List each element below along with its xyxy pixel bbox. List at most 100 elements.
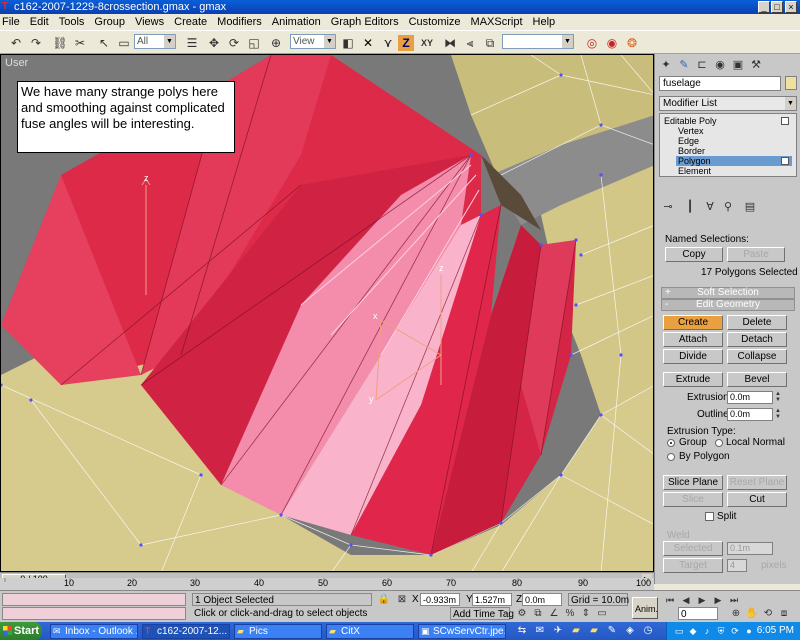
- tray-icon-paint[interactable]: ✎: [604, 623, 620, 639]
- modifier-list-dropdown[interactable]: Modifier List ▼: [659, 96, 797, 111]
- tray-icon-network[interactable]: ⇆: [514, 623, 530, 639]
- menu-views[interactable]: Views: [135, 16, 164, 28]
- object-color-swatch[interactable]: [785, 76, 797, 90]
- taskbar-item-image[interactable]: ▣ SCwServCtr.jpe...: [418, 624, 506, 639]
- render-icon[interactable]: ◉: [604, 35, 620, 51]
- selection-filter-dropdown[interactable]: All ▼: [134, 34, 176, 49]
- stack-toggle-icon[interactable]: [781, 157, 789, 165]
- percent-snap-icon[interactable]: %: [562, 606, 578, 622]
- tray-icon-folder[interactable]: ▰: [568, 623, 584, 639]
- minimize-button[interactable]: _: [758, 1, 770, 13]
- configure-sets-icon[interactable]: ▤: [743, 200, 757, 214]
- reset-plane-button[interactable]: Reset Plane: [727, 475, 787, 490]
- paste-button[interactable]: Paste: [727, 247, 785, 262]
- utilities-tab-icon[interactable]: ⚒: [749, 58, 763, 72]
- target-pixels-spinner[interactable]: 4: [727, 559, 747, 572]
- move-icon[interactable]: ✥: [206, 35, 222, 51]
- create-button[interactable]: Create: [663, 315, 723, 330]
- current-frame-field[interactable]: 0: [678, 607, 718, 620]
- snap-icon[interactable]: ⧉: [482, 35, 498, 51]
- collapse-button[interactable]: Collapse: [727, 349, 787, 364]
- start-button[interactable]: Start: [0, 622, 42, 640]
- rotate-icon[interactable]: ⟳: [226, 35, 242, 51]
- taskbar-item-citx[interactable]: ▰ CitX: [326, 624, 414, 639]
- show-end-result-icon[interactable]: ┃: [683, 200, 697, 214]
- menu-tools[interactable]: Tools: [59, 16, 85, 28]
- scale-icon[interactable]: ◱: [246, 35, 262, 51]
- stack-item-polygon[interactable]: Polygon: [676, 156, 792, 166]
- menu-animation[interactable]: Animation: [272, 16, 321, 28]
- restrict-y-icon[interactable]: ⋎: [380, 35, 396, 51]
- tray-icon-folder-2[interactable]: ▰: [586, 623, 602, 639]
- slice-button[interactable]: Slice: [663, 492, 723, 507]
- track-bar[interactable]: 10 20 30 40 50 60 70 80 90 100: [0, 578, 654, 590]
- close-button[interactable]: ×: [785, 1, 797, 13]
- zoom-icon[interactable]: ⊕: [728, 606, 744, 622]
- quick-render-icon[interactable]: ❂: [624, 35, 640, 51]
- taskbar-item-gmax[interactable]: T c162-2007-12...: [142, 624, 230, 639]
- detach-button[interactable]: Detach: [727, 332, 787, 347]
- menu-file[interactable]: File: [2, 16, 20, 28]
- time-config-icon[interactable]: ⚙: [514, 606, 530, 622]
- stack-item-edge[interactable]: Edge: [678, 136, 699, 146]
- undo-icon[interactable]: ↶: [8, 35, 24, 51]
- named-selection-dropdown[interactable]: ▼: [502, 34, 574, 49]
- restrict-z-button[interactable]: Z: [398, 35, 414, 51]
- delete-button[interactable]: Delete: [727, 315, 787, 330]
- hierarchy-tab-icon[interactable]: ⊏: [695, 58, 709, 72]
- spinner-snap-icon[interactable]: ⇕: [578, 606, 594, 622]
- soft-selection-rollout[interactable]: + Soft Selection: [661, 287, 795, 299]
- link-icon[interactable]: ⛓: [52, 35, 68, 51]
- local-normal-radio[interactable]: [715, 439, 723, 447]
- lock-selection-icon[interactable]: 🔒: [376, 592, 392, 608]
- tray-icon-airplane[interactable]: ✈: [550, 623, 566, 639]
- remove-modifier-icon[interactable]: ⚲: [721, 200, 735, 214]
- spinner-arrows-icon[interactable]: ▲ ▼: [775, 391, 782, 404]
- viewport-user[interactable]: z z x y User We have many strange polys …: [0, 54, 654, 572]
- unlink-icon[interactable]: ✂: [72, 35, 88, 51]
- maximize-viewport-icon[interactable]: ⧈: [776, 606, 792, 622]
- slice-plane-button[interactable]: Slice Plane: [663, 475, 723, 490]
- weld-selected-button[interactable]: Selected: [663, 541, 723, 556]
- menu-group[interactable]: Group: [94, 16, 125, 28]
- stack-item-border[interactable]: Border: [678, 146, 705, 156]
- spinner-arrows-icon[interactable]: ▲ ▼: [775, 408, 782, 421]
- split-checkbox[interactable]: [705, 512, 714, 521]
- menu-modifiers[interactable]: Modifiers: [217, 16, 262, 28]
- add-time-tag-button[interactable]: Add Time Tag: [450, 607, 514, 620]
- divide-button[interactable]: Divide: [663, 349, 723, 364]
- taskbar-item-outlook[interactable]: ✉ Inbox - Outlook ...: [50, 624, 138, 639]
- attach-button[interactable]: Attach: [663, 332, 723, 347]
- restrict-x-icon[interactable]: ✕: [360, 35, 376, 51]
- tray-icon-misc[interactable]: ●: [741, 623, 757, 639]
- gmax-app-icon[interactable]: T: [2, 2, 12, 12]
- create-tab-icon[interactable]: ✦: [659, 58, 673, 72]
- stack-item-editable-poly[interactable]: Editable Poly: [664, 116, 792, 126]
- use-center-icon[interactable]: ◧: [340, 35, 356, 51]
- tray-icon-mail[interactable]: ✉: [532, 623, 548, 639]
- make-unique-icon[interactable]: ∀: [703, 200, 717, 214]
- extrusion-spinner[interactable]: 0.0m: [727, 391, 773, 404]
- menu-help[interactable]: Help: [533, 16, 556, 28]
- z-coord-field[interactable]: 0.0m: [522, 593, 562, 606]
- outline-spinner[interactable]: 0.0m: [727, 408, 773, 421]
- stack-toggle-icon[interactable]: [781, 117, 789, 125]
- menu-customize[interactable]: Customize: [409, 16, 461, 28]
- tray-icon-clock[interactable]: ◷: [640, 623, 656, 639]
- cut-button[interactable]: Cut: [727, 492, 787, 507]
- play-icon[interactable]: ▶: [694, 592, 710, 608]
- pivot-icon[interactable]: ⊕: [268, 35, 284, 51]
- motion-tab-icon[interactable]: ◉: [713, 58, 727, 72]
- weld-target-button[interactable]: Target: [663, 558, 723, 573]
- redo-icon[interactable]: ↷: [28, 35, 44, 51]
- angle-snap-icon[interactable]: ∠: [546, 606, 562, 622]
- menu-maxscript[interactable]: MAXScript: [471, 16, 523, 28]
- extrude-button[interactable]: Extrude: [663, 372, 723, 387]
- mirror-icon[interactable]: ⧓: [442, 35, 458, 51]
- x-coord-field[interactable]: -0.933m: [420, 593, 460, 606]
- maximize-button[interactable]: □: [771, 1, 783, 13]
- material-editor-icon[interactable]: ◎: [584, 35, 600, 51]
- taskbar-item-pics[interactable]: ▰ Pics: [234, 624, 322, 639]
- select-object-icon[interactable]: ↖: [96, 35, 112, 51]
- y-coord-field[interactable]: 1.527m: [472, 593, 512, 606]
